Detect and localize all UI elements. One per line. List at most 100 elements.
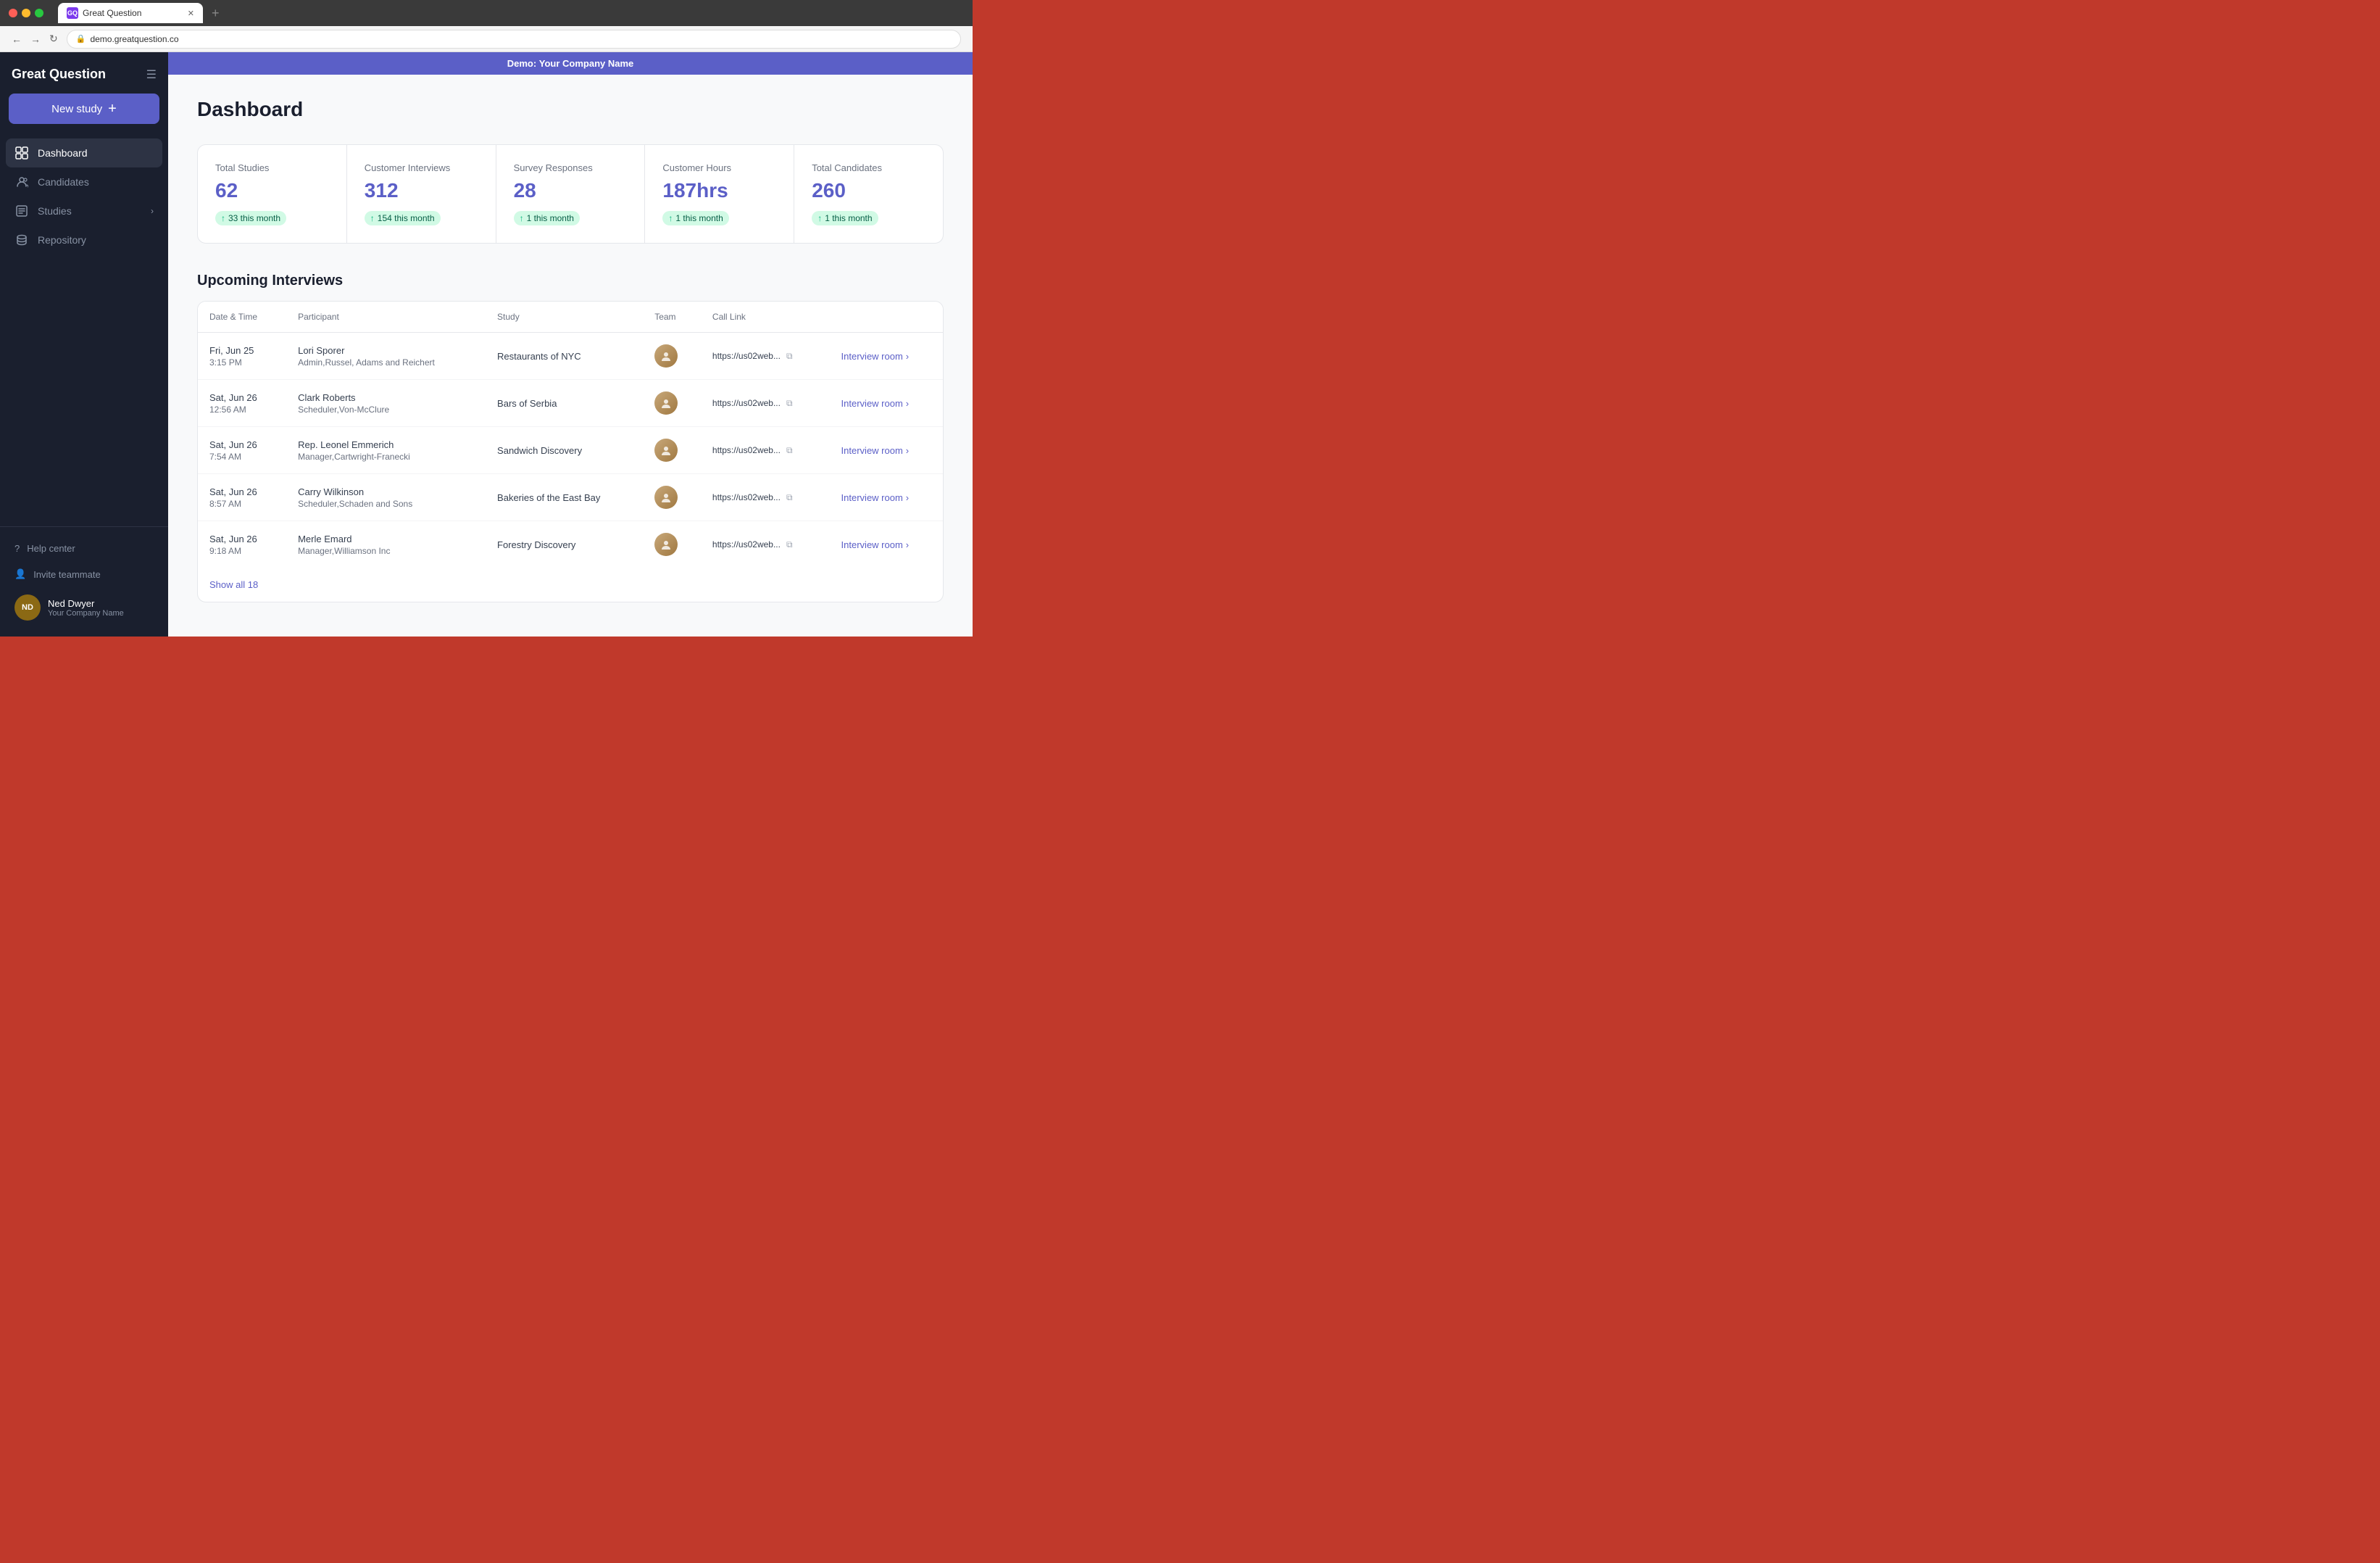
stat-badge: ↑ 1 this month (514, 211, 580, 225)
address-bar[interactable]: 🔒 demo.greatquestion.co (67, 30, 961, 49)
stat-badge-text: 33 this month (228, 213, 280, 223)
invite-teammate-item[interactable]: 👤 Invite teammate (6, 561, 162, 587)
interview-room-button[interactable]: Interview room › (841, 539, 931, 550)
copy-icon[interactable]: ⧉ (786, 539, 793, 550)
new-tab-button[interactable]: + (212, 6, 220, 21)
col-team: Team (643, 302, 701, 333)
participant-role: Manager,Williamson Inc (298, 546, 474, 556)
plus-icon: + (108, 101, 117, 117)
back-button[interactable]: ← (12, 33, 22, 45)
tab-favicon: GQ (67, 7, 78, 19)
table-body: Fri, Jun 25 3:15 PM Lori Sporer Admin,Ru… (198, 333, 943, 568)
stat-label: Customer Interviews (365, 162, 478, 173)
invite-icon: 👤 (14, 568, 26, 580)
app-logo: Great Question (12, 67, 106, 82)
sidebar-item-dashboard[interactable]: Dashboard (6, 138, 162, 167)
participant-role: Manager,Cartwright-Franecki (298, 452, 474, 462)
user-company: Your Company Name (48, 609, 154, 618)
new-study-button[interactable]: New study + (9, 94, 159, 124)
browser-titlebar: GQ Great Question ✕ + (0, 0, 973, 26)
interview-date: Sat, Jun 26 (209, 392, 275, 403)
browser-chrome: GQ Great Question ✕ + ← → ↻ 🔒 demo.great… (0, 0, 973, 52)
stat-card-total-candidates: Total Candidates 260 ↑ 1 this month (794, 145, 943, 243)
interview-time: 8:57 AM (209, 499, 275, 509)
interview-date: Fri, Jun 25 (209, 345, 275, 356)
stats-grid: Total Studies 62 ↑ 33 this month Custome… (197, 144, 944, 244)
page-title: Dashboard (197, 98, 944, 121)
maximize-button[interactable] (35, 9, 43, 17)
sidebar-item-repository[interactable]: Repository (6, 225, 162, 254)
dashboard-icon (14, 146, 29, 160)
show-all-text: Show all 18 (198, 568, 270, 602)
tab-close-icon[interactable]: ✕ (188, 9, 194, 18)
user-info: Ned Dwyer Your Company Name (48, 598, 154, 618)
team-avatar (654, 486, 678, 509)
sidebar-item-label: Repository (38, 234, 86, 246)
col-datetime: Date & Time (198, 302, 286, 333)
stat-value: 187hrs (662, 179, 776, 202)
close-button[interactable] (9, 9, 17, 17)
participant-role: Scheduler,Schaden and Sons (298, 499, 474, 509)
study-name: Forestry Discovery (486, 521, 643, 568)
call-link: https://us02web... ⧉ (712, 445, 818, 456)
lock-icon: 🔒 (76, 34, 86, 43)
stat-badge-text: 154 this month (378, 213, 435, 223)
stat-value: 62 (215, 179, 329, 202)
interview-date: Sat, Jun 26 (209, 439, 275, 450)
copy-icon[interactable]: ⧉ (786, 445, 793, 456)
help-center-item[interactable]: ? Help center (6, 536, 162, 561)
call-link-text: https://us02web... (712, 351, 781, 361)
col-calllink: Call Link (701, 302, 830, 333)
participant-role: Admin,Russel, Adams and Reichert (298, 357, 474, 368)
stat-badge-text: 1 this month (675, 213, 723, 223)
invite-label: Invite teammate (33, 569, 101, 580)
call-link: https://us02web... ⧉ (712, 539, 818, 550)
sidebar-footer: ? Help center 👤 Invite teammate ND Ned D… (0, 526, 168, 637)
copy-icon[interactable]: ⧉ (786, 351, 793, 362)
table-row: Sat, Jun 26 7:54 AM Rep. Leonel Emmerich… (198, 427, 943, 474)
interviews-table-container: Date & Time Participant Study Team Call … (197, 301, 944, 602)
stat-value: 28 (514, 179, 628, 202)
sidebar: Great Question ☰ New study + Dashboard (0, 52, 168, 637)
avatar: ND (14, 594, 41, 621)
interview-room-button[interactable]: Interview room › (841, 351, 931, 362)
copy-icon[interactable]: ⧉ (786, 492, 793, 503)
team-avatar (654, 439, 678, 462)
col-study: Study (486, 302, 643, 333)
menu-icon[interactable]: ☰ (146, 67, 157, 82)
help-label: Help center (27, 543, 75, 554)
participant-role: Scheduler,Von-McClure (298, 405, 474, 415)
repository-icon (14, 233, 29, 247)
sidebar-item-studies[interactable]: Studies › (6, 196, 162, 225)
stat-badge: ↑ 1 this month (662, 211, 728, 225)
copy-icon[interactable]: ⧉ (786, 398, 793, 409)
sidebar-item-label: Candidates (38, 176, 89, 188)
col-participant: Participant (286, 302, 486, 333)
stat-badge: ↑ 1 this month (812, 211, 878, 225)
show-all-link[interactable]: Show all 18 (198, 568, 943, 602)
forward-button[interactable]: → (30, 33, 41, 45)
user-name: Ned Dwyer (48, 598, 154, 609)
interview-room-button[interactable]: Interview room › (841, 398, 931, 409)
interview-time: 7:54 AM (209, 452, 275, 462)
stat-badge-text: 1 this month (527, 213, 574, 223)
reload-button[interactable]: ↻ (49, 33, 58, 45)
trend-up-icon: ↑ (370, 213, 375, 223)
interview-room-button[interactable]: Interview room › (841, 492, 931, 503)
interview-time: 12:56 AM (209, 405, 275, 415)
participant-name: Rep. Leonel Emmerich (298, 439, 474, 450)
interview-room-button[interactable]: Interview room › (841, 445, 931, 456)
trend-up-icon: ↑ (520, 213, 524, 223)
browser-addressbar: ← → ↻ 🔒 demo.greatquestion.co (0, 26, 973, 52)
minimize-button[interactable] (22, 9, 30, 17)
call-link: https://us02web... ⧉ (712, 492, 818, 503)
section-title: Upcoming Interviews (197, 273, 944, 289)
browser-tab[interactable]: GQ Great Question ✕ (58, 3, 203, 23)
chevron-right-icon: › (906, 539, 909, 550)
stat-badge: ↑ 33 this month (215, 211, 286, 225)
user-profile[interactable]: ND Ned Dwyer Your Company Name (6, 587, 162, 628)
stat-label: Customer Hours (662, 162, 776, 173)
stat-card-customer-hours: Customer Hours 187hrs ↑ 1 this month (645, 145, 794, 243)
sidebar-item-candidates[interactable]: Candidates (6, 167, 162, 196)
interview-time: 3:15 PM (209, 357, 275, 368)
